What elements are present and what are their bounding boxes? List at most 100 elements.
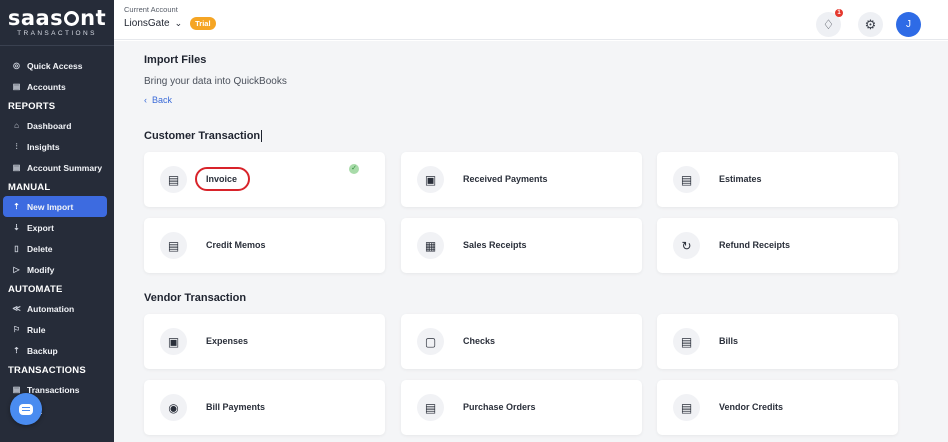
page-subtitle: Bring your data into QuickBooks <box>144 76 287 87</box>
card-label: Checks <box>463 336 496 346</box>
card-label: Invoice <box>206 174 238 184</box>
automation-icon: ≪ <box>12 304 21 313</box>
card-vendor-credits[interactable]: ▤ Vendor Credits <box>657 380 898 435</box>
sidebar-item-label: Accounts <box>27 81 66 92</box>
sidebar-item-new-import[interactable]: ⇡ New Import <box>3 196 107 217</box>
card-sales-receipts[interactable]: ▦ Sales Receipts <box>401 218 642 273</box>
modify-icon: ▷ <box>13 265 20 274</box>
card-label: Estimates <box>719 174 762 184</box>
section-title-customer: Customer Transaction <box>144 130 263 143</box>
sidebar-item-label: Delete <box>27 243 53 254</box>
card-label: Bills <box>719 336 739 346</box>
sidebar-item-modify[interactable]: ▷ Modify <box>0 259 114 280</box>
card-bill-payments[interactable]: ◉ Bill Payments <box>144 380 385 435</box>
card-checks[interactable]: ▢ Checks <box>401 314 642 369</box>
card-expenses[interactable]: ▣ Expenses <box>144 314 385 369</box>
account-selector[interactable]: LionsGate ⌄ Trial <box>124 17 216 30</box>
chevron-down-icon: ⌄ <box>174 18 183 28</box>
sidebar: saas nt TRANSACTIONS ◎ Quick Access ▤ Accou… <box>0 0 114 442</box>
chat-icon <box>19 403 33 415</box>
settings-button[interactable]: ⚙ <box>858 12 883 37</box>
sidebar-item-accounts[interactable]: ▤ Accounts <box>0 76 114 97</box>
transactions-icon: ▤ <box>12 385 21 394</box>
back-link[interactable]: ‹ Back <box>144 95 172 105</box>
card-label: Vendor Credits <box>719 402 784 412</box>
sidebar-section-automate: AUTOMATE <box>8 283 63 295</box>
sidebar-item-label: Export <box>27 222 54 233</box>
card-label: Credit Memos <box>206 240 266 250</box>
sidebar-nav: ◎ Quick Access ▤ Accounts REPORTS ⌂ Dashboa… <box>0 46 114 421</box>
card-label: Sales Receipts <box>463 240 527 250</box>
card-credit-memos[interactable]: ▤ Credit Memos <box>144 218 385 273</box>
sidebar-item-quick-access[interactable]: ◎ Quick Access <box>0 55 114 76</box>
sidebar-item-dashboard[interactable]: ⌂ Dashboard <box>0 115 114 136</box>
refund-receipts-icon: ↻ <box>673 232 700 259</box>
trash-icon: ▯ <box>14 244 19 253</box>
notification-count-badge: 1 <box>835 9 843 17</box>
sidebar-item-label: Quick Access <box>27 60 83 71</box>
sales-receipts-icon: ▦ <box>417 232 444 259</box>
top-header: Current Account LionsGate ⌄ Trial ♢ 1 ⚙ … <box>114 0 948 40</box>
sidebar-section-manual: MANUAL <box>8 181 51 193</box>
invoice-icon: ▤ <box>160 166 187 193</box>
sidebar-section-transactions: TRANSACTIONS <box>8 364 86 376</box>
card-purchase-orders[interactable]: ▤ Purchase Orders <box>401 380 642 435</box>
notifications-button[interactable]: ♢ 1 <box>816 9 843 37</box>
expenses-icon: ▣ <box>160 328 187 355</box>
card-label: Bill Payments <box>206 402 266 412</box>
checks-icon: ▢ <box>417 328 444 355</box>
purchase-orders-icon: ▤ <box>417 394 444 421</box>
sidebar-item-label: Account Summary <box>27 162 103 173</box>
card-refund-receipts[interactable]: ↻ Refund Receipts <box>657 218 898 273</box>
received-payments-icon: ▣ <box>417 166 444 193</box>
chevron-left-icon: ‹ <box>144 95 152 105</box>
sidebar-item-label: Automation <box>27 303 75 314</box>
card-label: Purchase Orders <box>463 402 536 412</box>
chat-support-button[interactable] <box>10 393 42 425</box>
page-title: Import Files <box>144 54 207 66</box>
backup-icon: ⇡ <box>13 346 20 355</box>
home-icon: ⌂ <box>14 121 19 130</box>
rule-icon: ⚐ <box>12 325 21 334</box>
logo[interactable]: saas nt TRANSACTIONS <box>0 0 114 46</box>
card-received-payments[interactable]: ▣ Received Payments <box>401 152 642 207</box>
sidebar-item-label: Modify <box>27 264 55 275</box>
vendor-credits-icon: ▤ <box>673 394 700 421</box>
card-label: Expenses <box>206 336 249 346</box>
sidebar-item-automation[interactable]: ≪ Automation <box>0 298 114 319</box>
sidebar-item-label: Rule <box>27 324 46 335</box>
sidebar-section-reports: REPORTS <box>8 100 56 112</box>
accounts-icon: ▤ <box>12 82 21 91</box>
sidebar-item-label: Insights <box>27 141 60 152</box>
card-label: Refund Receipts <box>719 240 791 250</box>
account-summary-icon: ▤ <box>12 163 21 172</box>
sidebar-item-label: Transactions <box>27 384 80 395</box>
import-icon: ⇡ <box>13 202 20 211</box>
sidebar-item-delete[interactable]: ▯ Delete <box>0 238 114 259</box>
export-icon: ⇣ <box>13 223 20 232</box>
current-account-label: Current Account <box>124 5 178 14</box>
sidebar-item-backup[interactable]: ⇡ Backup <box>0 340 114 361</box>
insights-icon: ⫶ <box>15 141 18 151</box>
quick-access-icon: ◎ <box>13 61 20 70</box>
sidebar-item-account-summary[interactable]: ▤ Account Summary <box>0 157 114 178</box>
credit-memos-icon: ▤ <box>160 232 187 259</box>
user-avatar[interactable]: J <box>896 12 921 37</box>
check-icon: ✓ <box>349 164 359 174</box>
card-invoice[interactable]: ▤ Invoice ✓ <box>144 152 385 207</box>
card-label: Received Payments <box>463 174 548 184</box>
bills-icon: ▤ <box>673 328 700 355</box>
sidebar-item-rule[interactable]: ⚐ Rule <box>0 319 114 340</box>
bell-icon: ♢ <box>822 16 835 32</box>
card-estimates[interactable]: ▤ Estimates <box>657 152 898 207</box>
sidebar-item-export[interactable]: ⇣ Export <box>0 217 114 238</box>
sidebar-item-insights[interactable]: ⫶ Insights <box>0 136 114 157</box>
logo-wordmark: saas nt <box>7 6 107 30</box>
gear-icon: ⚙ <box>864 16 877 32</box>
logo-subtitle: TRANSACTIONS <box>17 30 97 37</box>
trial-badge: Trial <box>190 17 216 30</box>
section-title-vendor: Vendor Transaction <box>144 292 247 304</box>
card-bills[interactable]: ▤ Bills <box>657 314 898 369</box>
sidebar-item-label: Backup <box>27 345 58 356</box>
sidebar-item-label: Dashboard <box>27 120 72 131</box>
